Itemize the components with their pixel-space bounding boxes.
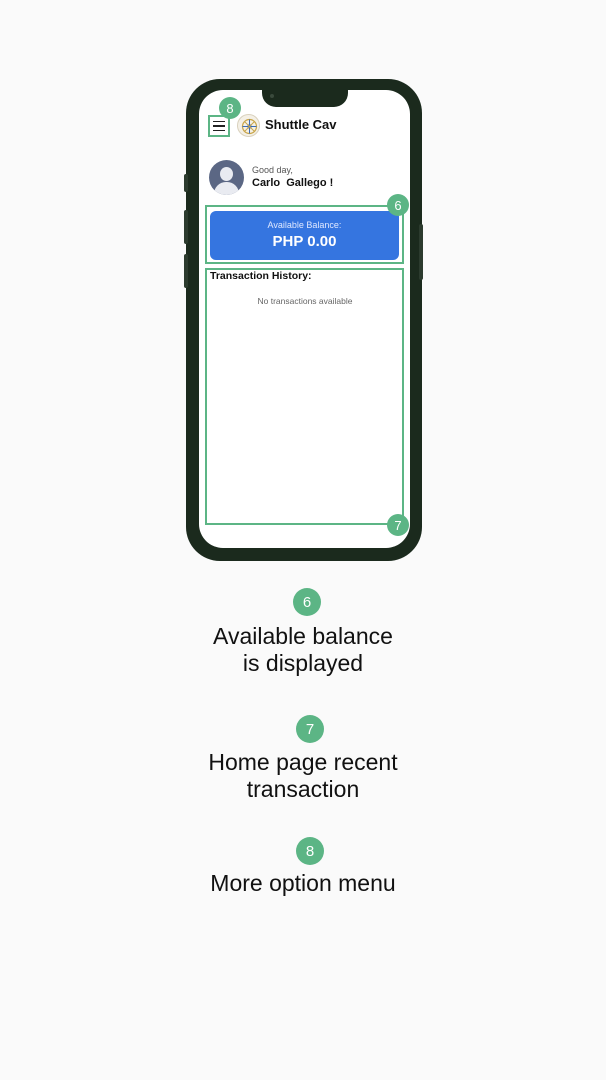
hamburger-menu-icon (213, 120, 225, 123)
greeting-text: Good day, (252, 165, 293, 175)
no-transactions-message: No transactions available (257, 296, 353, 306)
legend-badge-7: 7 (296, 715, 324, 743)
annotation-badge-7: 7 (387, 514, 409, 536)
legend-badge-8: 8 (296, 837, 324, 865)
phone-notch (262, 85, 348, 107)
mute-switch (184, 174, 188, 192)
balance-card[interactable]: Available Balance: PHP 0.00 (210, 211, 399, 260)
balance-label: Available Balance: (267, 220, 342, 230)
power-button (419, 224, 423, 280)
legend-caption-8: More option menu (210, 870, 396, 896)
annotation-badge-6: 6 (387, 194, 409, 216)
user-name: Carlo Gallego ! (252, 177, 334, 189)
annotation-badge-8: 8 (219, 97, 241, 119)
transactions-highlight-box (205, 268, 404, 525)
avatar-head (220, 167, 233, 181)
hamburger-line (213, 129, 225, 132)
hamburger-line (213, 125, 225, 127)
front-camera (270, 94, 274, 98)
transaction-history-title: Transaction History: (210, 270, 312, 282)
avatar[interactable] (209, 160, 244, 195)
volume-up-button (184, 210, 188, 244)
shuttle-cav-logo (237, 114, 260, 137)
balance-value: PHP 0.00 (272, 233, 337, 250)
legend-badge-6: 6 (293, 588, 321, 616)
avatar-body (214, 182, 239, 195)
app-title: Shuttle Cav (265, 117, 337, 132)
legend-caption-6: Available balance is displayed (213, 623, 393, 676)
volume-down-button (184, 254, 188, 288)
legend-caption-7: Home page recent transaction (208, 749, 398, 802)
